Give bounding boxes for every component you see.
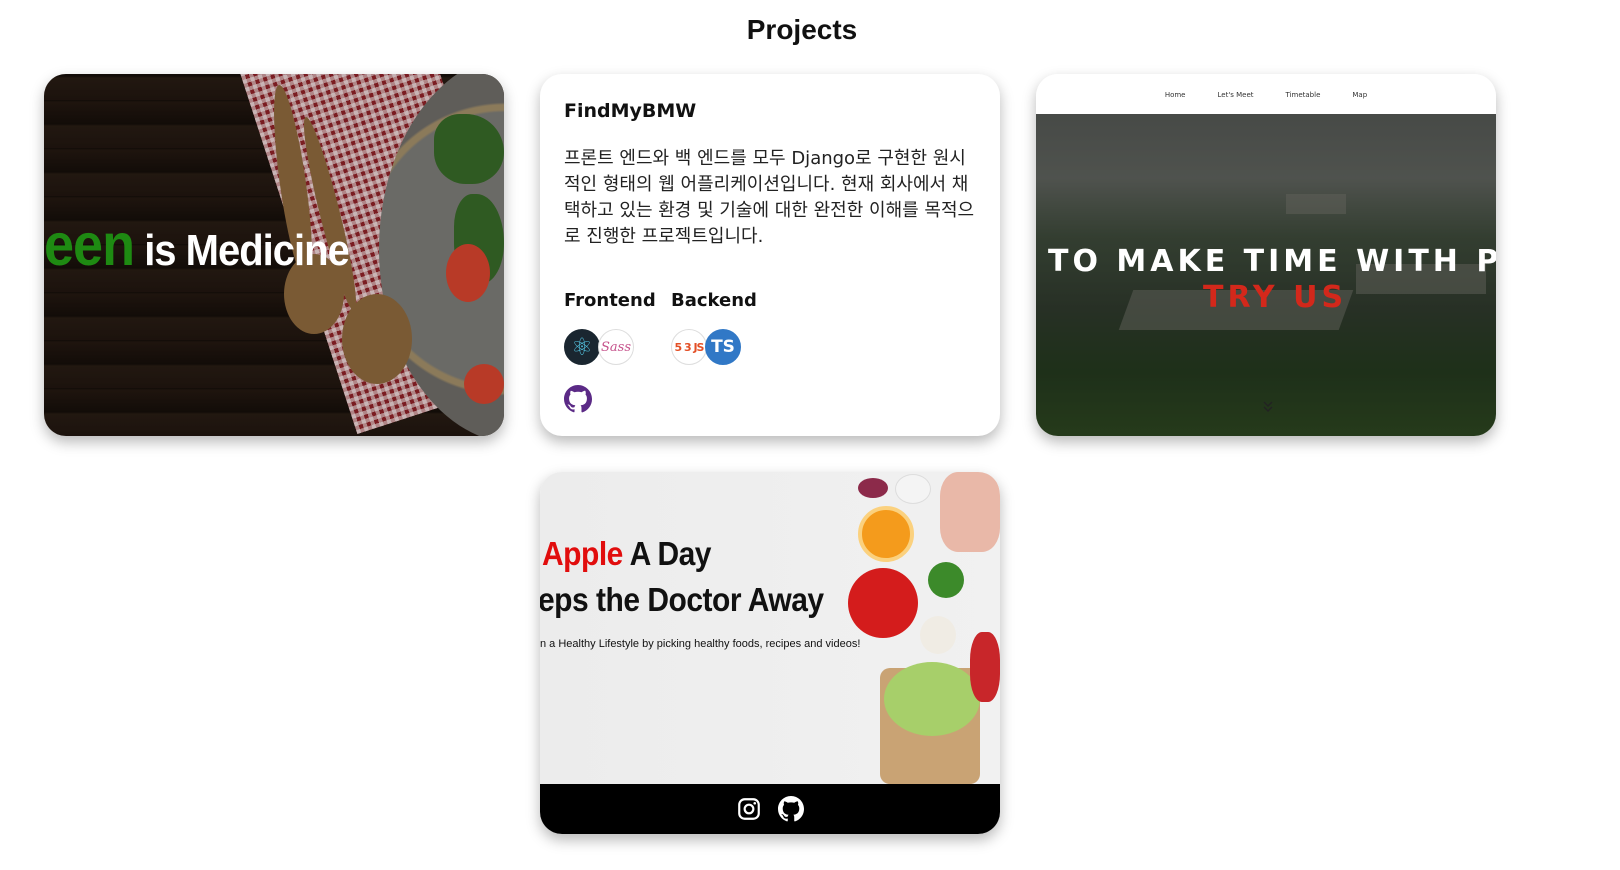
try-us-cta: TRY US <box>1203 280 1348 315</box>
card-hero-text: een is Medicine <box>44 211 350 279</box>
broccoli <box>928 562 964 598</box>
nav-timetable: Timetable <box>1285 91 1321 99</box>
meat <box>940 472 1000 552</box>
project-card-campus[interactable]: Home Let's Meet Timetable Map TO MAKE TI… <box>1036 74 1496 436</box>
nav-map: Map <box>1352 91 1368 99</box>
hero-title-line1: Apple A Day <box>542 535 712 574</box>
projects-page: Projects een is Medicine FindMyBMW 프론트 엔… <box>0 0 1620 870</box>
html-css-js-icon: 5 3 JS <box>671 329 707 365</box>
hero-subtitle: n a Healthy Lifestyle by picking healthy… <box>540 638 861 650</box>
peppers <box>970 632 1000 702</box>
project-card-green-medicine[interactable]: een is Medicine <box>44 74 504 436</box>
hero-image: Apple A Day eps the Doctor Away n a Heal… <box>540 472 1000 784</box>
sass-icon: Sass <box>598 329 634 365</box>
hero-text-white: is Medicine <box>144 226 350 275</box>
tomato <box>446 244 490 302</box>
project-card-findmybmw: FindMyBMW 프론트 엔드와 백 엔드를 모두 Django로 구현한 원… <box>540 74 1000 436</box>
hero-title-line2: eps the Doctor Away <box>540 581 824 619</box>
project-title: FindMyBMW <box>564 100 697 122</box>
frontend-stack: Frontend ⚛ Sass <box>564 290 671 365</box>
cabbage <box>884 662 980 736</box>
backend-label: Backend <box>671 290 757 311</box>
react-icon: ⚛ <box>564 329 600 365</box>
hero-headline: TO MAKE TIME WITH PE <box>1048 244 1496 279</box>
cauliflower <box>920 616 956 654</box>
backend-stack: Backend 5 3 JS TS <box>671 290 778 365</box>
github-icon[interactable] <box>564 385 593 413</box>
project-card-apple-a-day[interactable]: Apple A Day eps the Doctor Away n a Heal… <box>540 472 1000 834</box>
typescript-icon: TS <box>705 329 741 365</box>
tech-stack: Frontend ⚛ Sass Backend 5 3 JS TS <box>564 290 976 365</box>
egg <box>895 474 931 504</box>
preview-navbar: Home Let's Meet Timetable Map <box>1036 74 1496 114</box>
project-description: 프론트 엔드와 백 엔드를 모두 Django로 구현한 원시적인 형태의 웹 … <box>564 148 975 247</box>
hero-text-green: een <box>44 212 135 278</box>
onion <box>858 478 888 498</box>
tomatoes <box>848 568 918 638</box>
double-chevron-down-icon <box>1263 401 1273 412</box>
building <box>1286 194 1346 214</box>
nav-home: Home <box>1164 91 1186 99</box>
instagram-icon[interactable] <box>736 796 762 822</box>
orange <box>858 506 914 562</box>
page-title: Projects <box>746 14 858 45</box>
spoon <box>342 294 412 384</box>
nav-lets-meet: Let's Meet <box>1217 91 1254 99</box>
tomato <box>464 364 504 404</box>
hero-title-black: A Day <box>622 535 712 573</box>
github-icon[interactable] <box>778 796 804 822</box>
frontend-label: Frontend <box>564 290 656 311</box>
card-footer <box>540 784 1000 834</box>
hero-title-red: Apple <box>542 535 623 573</box>
